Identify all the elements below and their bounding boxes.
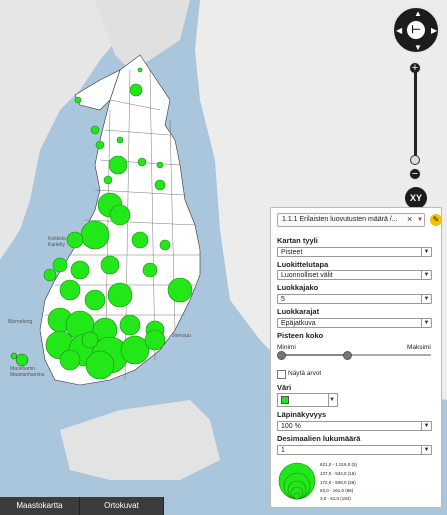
size-slider-range: [281, 354, 345, 356]
limits-label: Luokkarajat: [277, 307, 320, 316]
legend-entry: 63,0 - 161,0 (66): [320, 488, 354, 493]
tab-maastokartta[interactable]: Maastokartta: [0, 497, 80, 515]
pan-down-icon[interactable]: ▼: [414, 44, 422, 52]
classes-value: 5: [281, 296, 285, 303]
decimals-value: 1: [281, 447, 285, 454]
classification-panel: 1.1.1 Erilaisten luovutusten määrä /... …: [270, 207, 442, 508]
limits-value: Epäjatkuva: [281, 320, 316, 327]
chevron-down-icon: ▼: [421, 295, 431, 303]
chevron-down-icon: ▼: [421, 319, 431, 327]
zoom-slider-knob[interactable]: [410, 155, 420, 165]
method-label: Luokittelutapa: [277, 260, 329, 269]
style-label: Kartan tyyli: [277, 236, 318, 245]
chevron-down-icon: ▼: [421, 271, 431, 279]
classes-select[interactable]: 5 ▼: [277, 294, 432, 304]
legend-symbols: [278, 462, 316, 500]
style-select[interactable]: Pisteet ▼: [277, 247, 432, 257]
place-label: Björneborg: [8, 319, 33, 325]
indicator-select[interactable]: 1.1.1 Erilaisten luovutusten määrä /... …: [277, 213, 425, 227]
place-label: Maarianhamina: [10, 372, 45, 378]
opacity-label: Läpinäkyvyys: [277, 410, 327, 419]
decimals-label: Desimaalien lukumäärä: [277, 434, 361, 443]
tab-ortokuvat[interactable]: Ortokuvat: [80, 497, 164, 515]
coordinate-tool-button[interactable]: XY: [405, 187, 427, 209]
close-icon[interactable]: ×: [407, 214, 412, 224]
method-select[interactable]: Luonnolliset välit ▼: [277, 270, 432, 280]
place-label: Karleby: [48, 242, 65, 248]
chevron-down-icon[interactable]: ▼: [417, 217, 423, 223]
indicator-label: 1.1.1 Erilaisten luovutusten määrä /...: [282, 216, 398, 223]
max-label: Maksimi: [407, 344, 431, 351]
opacity-select[interactable]: 100 % ▼: [277, 421, 432, 431]
color-swatch: [281, 396, 289, 404]
legend-entry: 172,0 - 508,0 (28): [320, 480, 356, 485]
chevron-down-icon: ▼: [421, 422, 431, 430]
show-values-label: Näytä arvot: [288, 370, 322, 377]
classes-label: Luokkajako: [277, 283, 319, 292]
pan-up-icon[interactable]: ▲: [414, 10, 422, 18]
compass-icon[interactable]: ⊢: [407, 21, 425, 39]
pan-right-icon[interactable]: ▶: [431, 27, 437, 35]
legend-entry: 137,0 - 534,0 (16): [320, 471, 356, 476]
zoom-out-button[interactable]: −: [409, 168, 421, 180]
method-value: Luonnolliset välit: [281, 272, 333, 279]
edit-icon[interactable]: ✎: [430, 214, 442, 226]
chevron-down-icon: ▼: [421, 446, 431, 454]
chevron-down-icon: ▼: [421, 248, 431, 256]
color-label: Väri: [277, 383, 292, 392]
style-value: Pisteet: [281, 249, 303, 256]
pan-control[interactable]: ▲ ▼ ◀ ▶ ⊢: [392, 6, 440, 54]
chevron-down-icon[interactable]: ▼: [327, 393, 338, 407]
pan-left-icon[interactable]: ◀: [396, 27, 402, 35]
limits-select[interactable]: Epäjatkuva ▼: [277, 318, 432, 328]
size-label: Pisteen koko: [277, 331, 324, 340]
decimals-select[interactable]: 1 ▼: [277, 445, 432, 455]
opacity-value: 100 %: [281, 423, 301, 430]
size-slider-min-handle[interactable]: [277, 351, 286, 360]
size-slider-max-handle[interactable]: [343, 351, 352, 360]
place-label: Joensuu: [172, 333, 191, 339]
min-label: Minimi: [277, 344, 296, 351]
show-values-checkbox[interactable]: [277, 370, 286, 379]
legend-entry: 621,0 - 1 016,0 (5): [320, 462, 358, 467]
legend-entry: 3,0 - 61,0 (194): [320, 496, 351, 501]
color-picker[interactable]: [277, 393, 329, 407]
zoom-slider-track[interactable]: [414, 70, 417, 160]
